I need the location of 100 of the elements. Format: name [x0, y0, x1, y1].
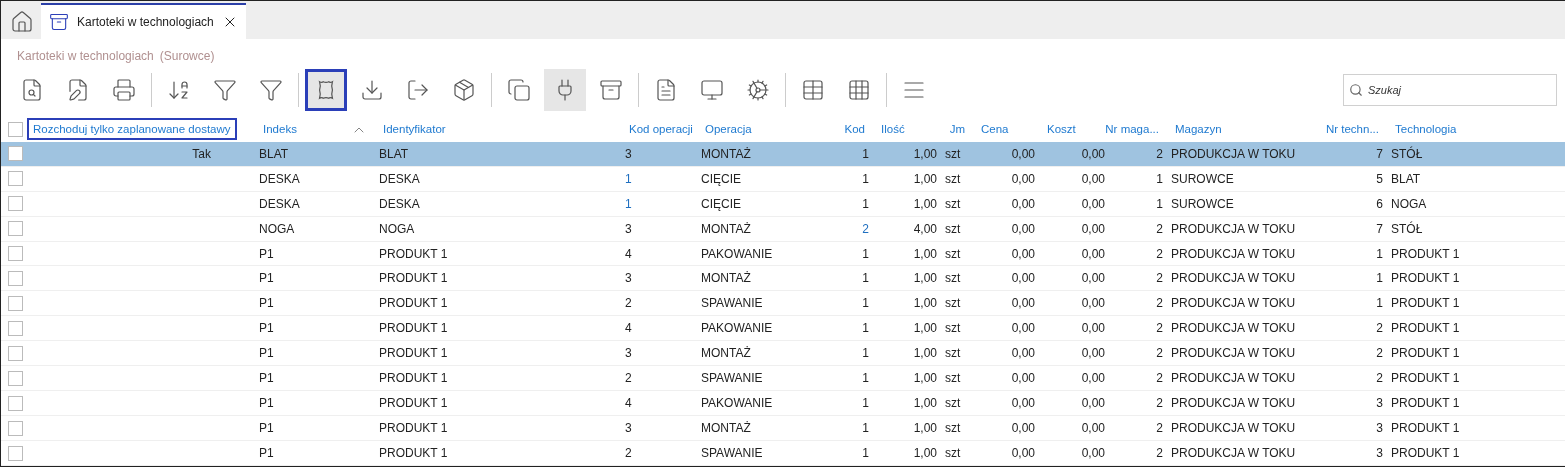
table-cell-text: 1,00: [912, 271, 938, 286]
table-cell-text: PRODUKT 1: [1390, 296, 1461, 311]
table-cell-text: 3: [624, 346, 633, 361]
table-cell-text: 1: [1155, 171, 1164, 186]
table-cell-text: 0,00: [1010, 346, 1036, 361]
table-cell-text: szt: [944, 346, 962, 361]
row-checkbox[interactable]: [8, 445, 23, 461]
table-cell-text: 1: [861, 171, 870, 186]
table-cell-text: 2: [1155, 146, 1164, 161]
link-cell[interactable]: 1: [621, 196, 697, 211]
table-cell-text: STÓŁ: [1390, 221, 1424, 236]
table-cell-text: PRODUKCJA W TOKU: [1170, 421, 1297, 436]
column-header[interactable]: Jm: [945, 120, 969, 139]
table-cell-text: 2: [1155, 321, 1164, 336]
table-cell-text: PRODUKCJA W TOKU: [1170, 446, 1297, 460]
table-cell-text: PAKOWANIE: [700, 396, 774, 411]
column-header[interactable]: Kod operacji: [625, 120, 697, 139]
table-cell-text: MONTAŻ: [700, 346, 752, 361]
row-checkbox[interactable]: [8, 345, 23, 361]
table-cell-text: SUROWCE: [1170, 196, 1235, 211]
row-checkbox[interactable]: [8, 320, 23, 336]
documents-icon: [507, 77, 531, 102]
tab[interactable]: Kartoteki w technologiach: [41, 3, 246, 39]
table-cell-text: szt: [944, 171, 962, 186]
table-cell-text: PRODUKT 1: [1390, 446, 1461, 460]
row-checkbox[interactable]: [8, 395, 23, 411]
column-header[interactable]: Cena: [977, 120, 1013, 139]
table-cell-text: 1: [1375, 296, 1384, 311]
cabinet-icon: [599, 77, 623, 102]
table-cell-text: 4: [624, 246, 633, 261]
table-cell-text: 1,00: [912, 246, 938, 261]
table-cell-text: szt: [944, 371, 962, 386]
table-cell-text: PRODUKT 1: [378, 271, 449, 286]
table-cell-text: 0,00: [1080, 271, 1106, 286]
column-header[interactable]: Nr maga...: [1101, 120, 1163, 139]
table-cell-text: P1: [258, 371, 275, 386]
row-checkbox[interactable]: [8, 246, 23, 261]
document-search-icon: [20, 77, 44, 102]
table-cell-text: 3: [624, 271, 633, 286]
table-cell-text: PAKOWANIE: [700, 321, 774, 336]
table-cell-text: 1,00: [912, 396, 938, 411]
table-cell-text: PRODUKT 1: [1390, 421, 1461, 436]
column-header[interactable]: Magazyn: [1171, 120, 1226, 139]
table-cell-text: 3: [624, 421, 633, 436]
table-cell-text: 1,00: [912, 421, 938, 436]
column-header[interactable]: Nr techn...: [1321, 120, 1383, 139]
row-checkbox[interactable]: [8, 196, 23, 212]
column-header[interactable]: Identyfikator: [379, 120, 450, 139]
table-cell-text: 7: [1375, 221, 1384, 236]
table-cell-text: BLAT: [378, 146, 410, 161]
table-cell-text: 1: [861, 146, 870, 161]
table-cell-text: 0,00: [1080, 296, 1106, 311]
page-title: Kartoteki w technologiach: [17, 48, 154, 63]
table-cell-text: 2: [1155, 371, 1164, 386]
table-row[interactable]: Tak BLAT BLAT 3 MONTAŻ 1 1,00 szt 0,00 0,00 2 PRODUKCJA W TOKU 7 STÓŁ: [1, 141, 1565, 167]
table-cell-text: 2: [624, 371, 633, 386]
table-cell-text: DESKA: [258, 196, 301, 211]
row-checkbox[interactable]: [8, 171, 23, 187]
table-cell-text: 2: [1155, 421, 1164, 436]
row-checkbox[interactable]: [8, 370, 23, 386]
column-header[interactable]: Operacja: [701, 120, 756, 139]
table-cell-text: 1,00: [912, 371, 938, 386]
table-cell-text: 1,00: [912, 196, 938, 211]
home-icon: [10, 10, 34, 34]
column-header[interactable]: Rozchoduj tylko zaplanowane dostawy: [27, 118, 237, 141]
table-cell-text: P1: [258, 271, 275, 286]
table-cell-text: BLAT: [258, 146, 290, 161]
table-cell-text: 0,00: [1080, 346, 1106, 361]
column-header[interactable]: Kod: [840, 120, 869, 139]
table-cell-text: 2: [1155, 221, 1164, 236]
table-cell-text: 0,00: [1080, 421, 1106, 436]
row-checkbox[interactable]: [8, 295, 23, 311]
table-cell-text: SPAWANIE: [700, 296, 764, 311]
table-cell-text: 1: [861, 346, 870, 361]
table-cell-text: DESKA: [378, 196, 421, 211]
search-field[interactable]: Szukaj: [1343, 73, 1557, 106]
link-cell[interactable]: 2: [829, 221, 873, 236]
table-cell-text: MONTAŻ: [700, 421, 752, 436]
table-cell-text: 2: [1155, 446, 1164, 460]
table-cell-text: 1,00: [912, 296, 938, 311]
column-header[interactable]: Indeks: [259, 120, 301, 139]
table-cell-text: 0,00: [1080, 371, 1106, 386]
table-cell-text: szt: [944, 321, 962, 336]
column-header[interactable]: Ilość: [877, 120, 909, 139]
document-pencil-icon: [66, 77, 90, 102]
column-header[interactable]: Koszt: [1043, 120, 1080, 139]
table-cell-text: 3: [1375, 446, 1384, 460]
row-checkbox[interactable]: [8, 270, 23, 286]
cabinet-icon: [49, 12, 69, 32]
table-cell-text: 2: [624, 296, 633, 311]
row-checkbox[interactable]: [8, 146, 23, 162]
table-cell-text: MONTAŻ: [700, 271, 752, 286]
row-checkbox[interactable]: [8, 420, 23, 436]
link-cell[interactable]: 1: [621, 171, 697, 186]
table-cell-text: PRODUKCJA W TOKU: [1170, 296, 1297, 311]
table-cell-text: 4,00: [912, 221, 938, 236]
table-cell-text: 1: [1375, 246, 1384, 261]
column-header[interactable]: Technologia: [1391, 120, 1461, 139]
row-checkbox[interactable]: [8, 221, 23, 237]
select-all-checkbox[interactable]: [8, 121, 23, 137]
